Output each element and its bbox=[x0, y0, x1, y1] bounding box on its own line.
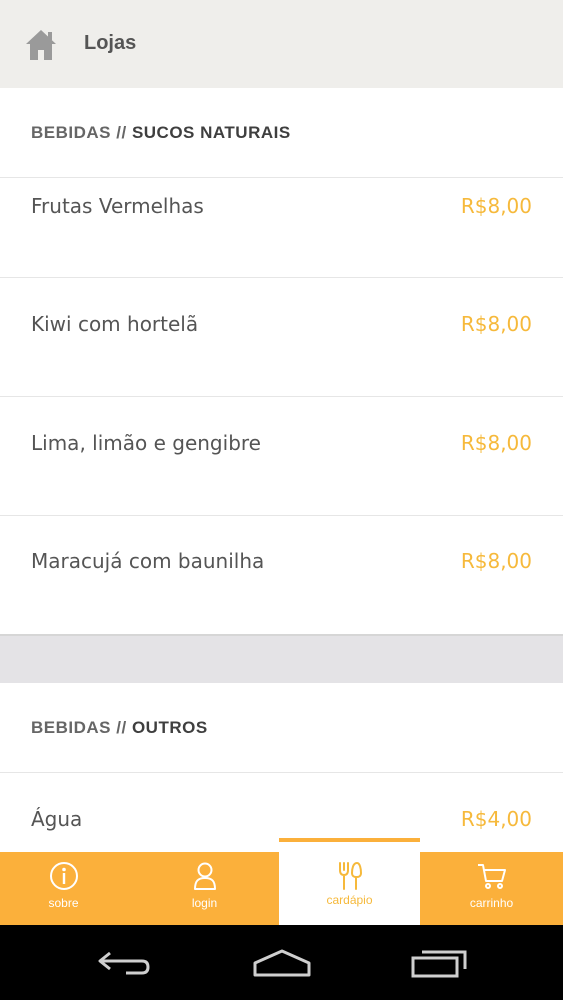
menu-item[interactable]: Lima, limão e gengibre R$8,00 bbox=[0, 397, 563, 516]
section-category: BEBIDAS bbox=[31, 123, 112, 142]
menu-item-price: R$8,00 bbox=[460, 431, 532, 455]
menu-item-price: R$8,00 bbox=[460, 194, 532, 218]
cutlery-icon bbox=[338, 862, 362, 890]
menu-item-name: Maracujá com baunilha bbox=[31, 549, 265, 573]
recent-apps-icon[interactable] bbox=[410, 947, 468, 979]
nav-label: carrinho bbox=[469, 896, 514, 910]
section-separator: // bbox=[116, 123, 127, 142]
section-separator: // bbox=[116, 718, 127, 737]
menu-item-price: R$8,00 bbox=[460, 549, 532, 573]
menu-item-name: Lima, limão e gengibre bbox=[31, 431, 261, 455]
section-title: BEBIDAS // SUCOS NATURAIS bbox=[31, 123, 291, 143]
page-title: Lojas bbox=[84, 32, 137, 54]
system-nav-bar bbox=[0, 925, 563, 1000]
section-subcategory: SUCOS NATURAIS bbox=[131, 123, 291, 142]
nav-item-cardapio[interactable]: cardápio bbox=[279, 838, 420, 925]
nav-label: login bbox=[191, 896, 218, 910]
home-icon[interactable] bbox=[24, 28, 58, 62]
nav-item-carrinho[interactable]: carrinho bbox=[420, 852, 563, 925]
info-icon bbox=[49, 862, 78, 890]
home-button-icon[interactable] bbox=[252, 947, 312, 979]
menu-item-price: R$8,00 bbox=[460, 312, 532, 336]
top-bar: Lojas bbox=[0, 0, 563, 88]
active-indicator bbox=[279, 838, 420, 842]
cart-icon bbox=[477, 864, 506, 889]
section-divider bbox=[0, 634, 563, 683]
nav-label: cardápio bbox=[326, 893, 373, 907]
section-header-outros: BEBIDAS // OUTROS bbox=[0, 683, 563, 773]
section-title: BEBIDAS // OUTROS bbox=[31, 718, 208, 738]
menu-item-price: R$4,00 bbox=[460, 807, 532, 831]
menu-item-name: Frutas Vermelhas bbox=[31, 194, 204, 218]
menu-item-name: Água bbox=[31, 807, 83, 831]
bottom-nav: sobre login cardápio carrinho bbox=[0, 838, 563, 925]
user-icon bbox=[193, 862, 216, 890]
nav-label: sobre bbox=[48, 896, 79, 910]
section-subcategory: OUTROS bbox=[131, 718, 208, 737]
section-header-sucos-naturais: BEBIDAS // SUCOS NATURAIS bbox=[0, 88, 563, 178]
nav-item-sobre[interactable]: sobre bbox=[0, 852, 127, 925]
menu-item-name: Kiwi com hortelã bbox=[31, 312, 199, 336]
menu-item[interactable]: Maracujá com baunilha R$8,00 bbox=[0, 516, 563, 634]
back-icon[interactable] bbox=[96, 947, 152, 979]
nav-item-login[interactable]: login bbox=[141, 852, 268, 925]
section-category: BEBIDAS bbox=[31, 718, 112, 737]
menu-item[interactable]: Kiwi com hortelã R$8,00 bbox=[0, 278, 563, 397]
menu-item[interactable]: Frutas Vermelhas R$8,00 bbox=[0, 178, 563, 278]
